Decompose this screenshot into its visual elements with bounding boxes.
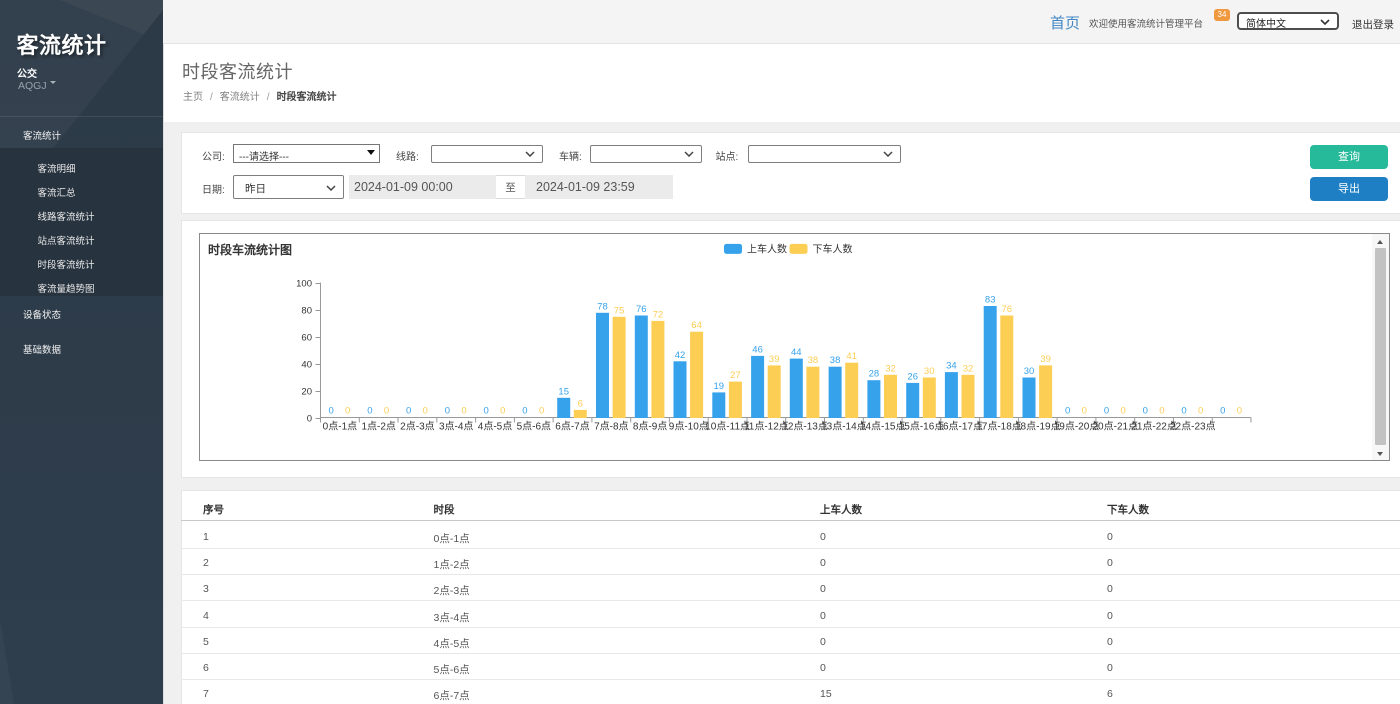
svg-text:0: 0 [384,406,389,417]
svg-text:19: 19 [714,381,725,392]
svg-text:32: 32 [963,363,974,374]
svg-text:28: 28 [869,369,880,380]
svg-text:40: 40 [301,360,312,371]
svg-text:60: 60 [301,333,312,344]
svg-text:0: 0 [445,406,450,417]
svg-text:3点-4点: 3点-4点 [439,421,473,433]
svg-text:4点-5点: 4点-5点 [478,421,512,433]
svg-text:0: 0 [367,406,372,417]
svg-text:上车人数: 上车人数 [747,243,787,256]
svg-text:64: 64 [691,320,702,331]
svg-text:0: 0 [522,406,527,417]
svg-text:1点-2点: 1点-2点 [361,421,395,433]
svg-text:0: 0 [1065,406,1070,417]
svg-text:6点-7点: 6点-7点 [555,421,589,433]
svg-text:100: 100 [296,279,312,290]
svg-text:76: 76 [1002,304,1013,315]
svg-text:39: 39 [769,354,780,365]
svg-text:0: 0 [1220,406,1225,417]
svg-text:30: 30 [1024,366,1035,377]
svg-text:0: 0 [500,406,505,417]
svg-text:0: 0 [1198,406,1203,417]
svg-text:39: 39 [1040,354,1051,365]
svg-text:0: 0 [484,406,489,417]
svg-text:26: 26 [907,371,918,382]
svg-text:41: 41 [846,351,857,362]
svg-text:20: 20 [301,387,312,398]
svg-text:78: 78 [597,301,608,312]
svg-text:0: 0 [1237,406,1242,417]
svg-text:8点-9点: 8点-9点 [633,421,667,433]
svg-text:27: 27 [730,370,741,381]
svg-text:32: 32 [885,363,896,374]
svg-text:80: 80 [301,306,312,317]
svg-text:6: 6 [578,398,583,409]
svg-text:76: 76 [636,304,647,315]
svg-text:0: 0 [539,406,544,417]
svg-text:0点-1点: 0点-1点 [323,421,357,433]
svg-text:0: 0 [1159,406,1164,417]
svg-text:0: 0 [1082,406,1087,417]
svg-text:0: 0 [461,406,466,417]
svg-text:44: 44 [791,347,802,358]
svg-text:38: 38 [808,355,819,366]
svg-text:22点-23点: 22点-23点 [1170,421,1216,433]
svg-text:0: 0 [1143,406,1148,417]
svg-text:0: 0 [406,406,411,417]
svg-text:5点-6点: 5点-6点 [517,421,551,433]
svg-text:0: 0 [1104,406,1109,417]
svg-text:0: 0 [1181,406,1186,417]
svg-text:34: 34 [946,361,957,372]
svg-text:83: 83 [985,295,996,306]
svg-text:0: 0 [328,406,333,417]
svg-text:0: 0 [1120,406,1125,417]
svg-text:9点-10点: 9点-10点 [669,421,709,433]
svg-text:15: 15 [558,386,569,397]
svg-text:0: 0 [423,406,428,417]
svg-text:2点-3点: 2点-3点 [400,421,434,433]
svg-text:7点-8点: 7点-8点 [594,421,628,433]
svg-text:0: 0 [345,406,350,417]
svg-text:46: 46 [752,344,763,355]
svg-text:75: 75 [614,305,625,316]
svg-text:30: 30 [924,366,935,377]
svg-text:0: 0 [307,414,312,425]
svg-text:72: 72 [653,309,664,320]
svg-text:42: 42 [675,350,686,361]
svg-text:下车人数: 下车人数 [813,243,853,256]
svg-text:38: 38 [830,355,841,366]
